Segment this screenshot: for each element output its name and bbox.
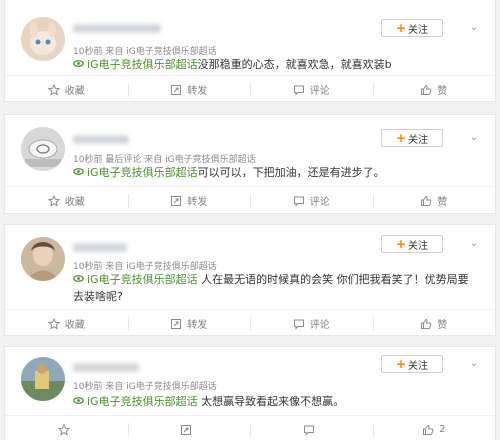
repost-icon (171, 318, 182, 329)
like-button[interactable]: 赞 (372, 187, 496, 213)
thumbs-up-icon (423, 424, 434, 435)
username-blurred[interactable] (73, 135, 129, 144)
chevron-down-icon[interactable]: ⌄ (469, 23, 479, 33)
plus-icon: + (395, 357, 407, 371)
avatar[interactable] (21, 127, 65, 171)
comment-button[interactable] (250, 416, 373, 440)
repost-icon (171, 84, 182, 95)
post-card: 10秒前 来自 iG电子竞技俱乐部超话 + 关注 ⌄ iG电子竞技俱乐部超话没那… (4, 0, 496, 102)
follow-button[interactable]: + 关注 (381, 19, 443, 37)
plus-icon: + (395, 237, 407, 251)
avatar[interactable] (21, 17, 65, 61)
collect-button[interactable]: 收藏 (5, 187, 128, 213)
thumbs-up-icon (421, 195, 432, 206)
repost-button[interactable]: 转发 (127, 310, 251, 335)
post-source[interactable]: iG电子竞技俱乐部超话 (126, 382, 216, 392)
chevron-down-icon[interactable]: ⌄ (469, 133, 479, 143)
follow-button[interactable]: + 关注 (381, 129, 443, 147)
follow-button[interactable]: + 关注 (381, 355, 443, 373)
comment-icon (293, 319, 304, 330)
username-blurred[interactable] (73, 243, 127, 252)
super-topic-icon (73, 397, 84, 404)
comment-icon (293, 85, 304, 96)
collect-button[interactable] (5, 416, 128, 440)
like-button[interactable]: 赞 (372, 76, 496, 101)
plus-icon: + (395, 131, 407, 145)
star-icon (47, 194, 60, 207)
repost-button[interactable]: 转发 (127, 187, 251, 213)
super-topic-icon (73, 275, 84, 282)
avatar[interactable] (21, 237, 65, 281)
comment-button[interactable]: 评论 (250, 187, 373, 213)
repost-button[interactable] (127, 416, 251, 440)
star-icon (57, 423, 70, 436)
super-topic-icon (73, 168, 84, 175)
post-card: 10秒前 来自 iG电子竞技俱乐部超话 + 关注 ⌄ iG电子竞技俱乐部超话 太… (4, 346, 496, 440)
chevron-down-icon[interactable]: ⌄ (469, 359, 479, 369)
thumbs-up-icon (421, 84, 432, 95)
avatar[interactable] (21, 357, 65, 401)
post-card: 10秒前 最后评论 来自 iG电子竞技俱乐部超话 + 关注 ⌄ iG电子竞技俱乐… (4, 114, 496, 214)
post-text: iG电子竞技俱乐部超话没那稳重的心态，就喜欢急，就喜欢装b (73, 56, 475, 73)
post-card: 10秒前 来自 iG电子竞技俱乐部超话 + 关注 ⌄ iG电子竞技俱乐部超话 人… (4, 224, 496, 336)
topic-link[interactable]: iG电子竞技俱乐部超话 (87, 166, 198, 179)
thumbs-up-icon (421, 318, 432, 329)
comment-button[interactable]: 评论 (250, 310, 373, 335)
post-actions: 收藏 转发 评论 赞 (5, 309, 496, 335)
post-text: iG电子竞技俱乐部超话 太想赢导致看起来像不想赢。 (73, 393, 475, 410)
like-button[interactable]: 2 (372, 416, 496, 440)
collect-button[interactable]: 收藏 (5, 310, 128, 335)
like-button[interactable]: 赞 (372, 310, 496, 335)
chevron-down-icon[interactable]: ⌄ (469, 239, 479, 249)
username-blurred[interactable] (73, 363, 139, 372)
post-time[interactable]: 10秒前 (73, 382, 102, 392)
repost-button[interactable]: 转发 (127, 76, 251, 101)
repost-icon (171, 195, 182, 206)
collect-button[interactable]: 收藏 (5, 76, 128, 101)
post-actions: 收藏 转发 评论 赞 (5, 75, 496, 101)
follow-button[interactable]: + 关注 (381, 235, 443, 253)
topic-link[interactable]: iG电子竞技俱乐部超话 (87, 58, 198, 71)
post-text: iG电子竞技俱乐部超话可以可以，下把加油，还是有进步了。 (73, 164, 475, 181)
post-meta: 10秒前 来自 iG电子竞技俱乐部超话 (73, 382, 217, 392)
comment-icon (303, 425, 314, 436)
like-count: 2 (439, 424, 446, 435)
post-text: iG电子竞技俱乐部超话 人在最无语的时候真的会笑 你们把我看笑了！优势局要去装啥… (73, 273, 469, 303)
comment-icon (293, 196, 304, 207)
super-topic-icon (73, 60, 84, 67)
topic-link[interactable]: iG电子竞技俱乐部超话 (87, 395, 198, 408)
star-icon (47, 83, 60, 96)
post-actions: 收藏 转发 评论 赞 (5, 186, 496, 213)
topic-link[interactable]: iG电子竞技俱乐部超话 (87, 273, 198, 286)
star-icon (47, 317, 60, 330)
repost-icon (181, 424, 192, 435)
username-blurred[interactable] (73, 24, 161, 33)
comment-button[interactable]: 评论 (250, 76, 373, 101)
post-actions: 2 (5, 415, 495, 440)
plus-icon: + (395, 21, 407, 35)
